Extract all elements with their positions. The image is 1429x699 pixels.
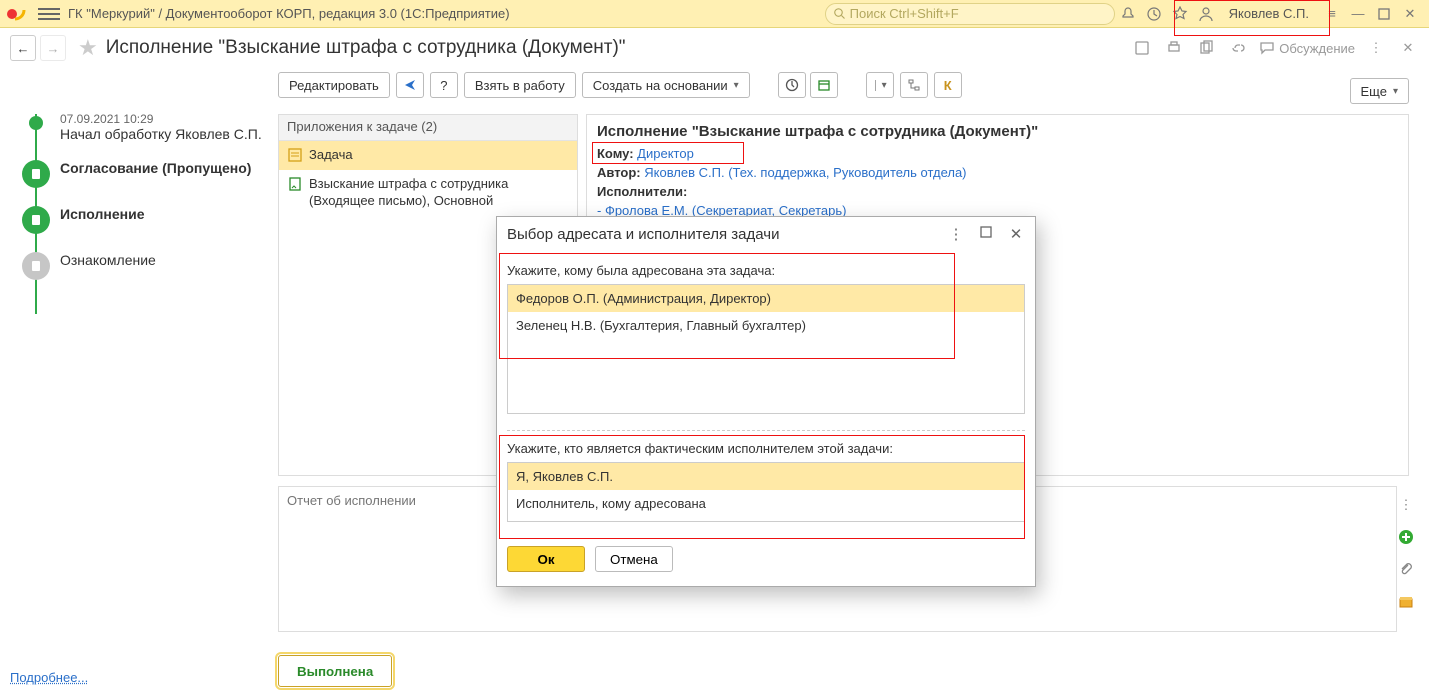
save-icon[interactable] <box>1131 37 1153 59</box>
window-title: ГК "Меркурий" / Документооборот КОРП, ре… <box>68 6 510 21</box>
cancel-button[interactable]: Отмена <box>595 546 673 572</box>
dialog-maximize-icon[interactable] <box>977 225 995 243</box>
attachment-item[interactable]: Задача <box>279 141 577 170</box>
user-icon[interactable] <box>1193 3 1219 25</box>
page-title: Исполнение "Взыскание штрафа с сотрудник… <box>106 37 626 59</box>
add-icon[interactable] <box>1397 528 1415 546</box>
link-icon[interactable] <box>1227 37 1249 59</box>
addressee-option[interactable]: Федоров О.П. (Администрация, Директор) <box>508 285 1024 312</box>
timeline-stage[interactable]: Исполнение <box>10 200 270 236</box>
help-button[interactable]: ? <box>430 72 458 98</box>
executors-label: Исполнители: <box>597 184 687 199</box>
clock-button[interactable] <box>778 72 806 98</box>
attachments-header: Приложения к задаче (2) <box>279 115 577 141</box>
equals-icon[interactable]: ≡ <box>1319 3 1345 25</box>
take-button[interactable]: Взять в работу <box>464 72 576 98</box>
current-user[interactable]: Яковлев С.П. <box>1219 6 1319 21</box>
nav-back[interactable]: ← <box>10 35 36 61</box>
addressee-option[interactable]: Зеленец Н.В. (Бухгалтерия, Главный бухга… <box>508 312 1024 339</box>
document-icon <box>287 176 303 192</box>
close-icon[interactable]: ✕ <box>1397 3 1423 25</box>
detail-title: Исполнение "Взыскание штрафа с сотрудник… <box>597 123 1398 140</box>
send-button[interactable] <box>396 72 424 98</box>
favorite-star-icon[interactable]: ★ <box>78 35 98 61</box>
dialog-label-1: Укажите, кому была адресована эта задача… <box>507 263 1025 278</box>
author-link[interactable]: Яковлев С.П. (Тех. поддержка, Руководите… <box>644 165 966 180</box>
flag-button[interactable]: ▾ <box>866 72 894 98</box>
edit-button[interactable]: Редактировать <box>278 72 390 98</box>
to-link[interactable]: Директор <box>637 146 694 161</box>
timeline-text: Начал обработку Яковлев С.П. <box>60 126 262 142</box>
dialog-menu-icon[interactable]: ⋮ <box>947 225 965 243</box>
performer-option[interactable]: Я, Яковлев С.П. <box>508 463 1024 490</box>
create-based-button[interactable]: Создать на основании▾ <box>582 72 750 98</box>
task-icon <box>287 147 303 163</box>
k-button[interactable]: К <box>934 72 962 98</box>
search-placeholder: Поиск Ctrl+Shift+F <box>850 6 959 21</box>
performer-option[interactable]: Исполнитель, кому адресована <box>508 490 1024 517</box>
page-header: ← → ★ Исполнение "Взыскание штрафа с сот… <box>0 28 1429 68</box>
copy-icon[interactable] <box>1195 37 1217 59</box>
dialog-title: Выбор адресата и исполнителя задачи <box>507 226 779 243</box>
calendar-button[interactable] <box>810 72 838 98</box>
kebab-icon[interactable]: ⋮ <box>1365 37 1387 59</box>
window-titlebar: ГК "Меркурий" / Документооборот КОРП, ре… <box>0 0 1429 28</box>
timeline-stage[interactable]: Согласование (Пропущено) <box>10 154 270 190</box>
bell-icon[interactable] <box>1115 3 1141 25</box>
timeline: 07.09.2021 10:29 Начал обработку Яковлев… <box>10 106 270 282</box>
toolbar: Редактировать ? Взять в работу Создать н… <box>0 68 1429 106</box>
main-menu-icon[interactable] <box>38 3 60 25</box>
star-icon[interactable] <box>1167 3 1193 25</box>
dialog-choose-performer: Выбор адресата и исполнителя задачи ⋮ ✕ … <box>496 216 1036 587</box>
minimize-icon[interactable]: — <box>1345 3 1371 25</box>
maximize-icon[interactable] <box>1371 3 1397 25</box>
app-logo <box>6 5 30 23</box>
ok-button[interactable]: Ок <box>507 546 585 572</box>
timeline-meta: 07.09.2021 10:29 <box>60 112 262 126</box>
timeline-event: 07.09.2021 10:29 Начал обработку Яковлев… <box>10 106 270 148</box>
more-button[interactable]: Еще▾ <box>1350 78 1409 104</box>
print-icon[interactable] <box>1163 37 1185 59</box>
tree-button[interactable] <box>900 72 928 98</box>
discuss-button[interactable]: Обсуждение <box>1259 40 1355 56</box>
done-button[interactable]: Выполнена <box>278 655 392 687</box>
more-link[interactable]: Подробнее... <box>10 670 88 685</box>
close-page-icon[interactable]: ✕ <box>1397 37 1419 59</box>
nav-forward[interactable]: → <box>40 35 66 61</box>
author-label: Автор: <box>597 165 641 180</box>
dialog-close-icon[interactable]: ✕ <box>1007 225 1025 243</box>
box-icon[interactable] <box>1397 592 1415 610</box>
addressee-list: Федоров О.П. (Администрация, Директор) З… <box>507 284 1025 414</box>
timeline-stage[interactable]: Ознакомление <box>10 246 270 282</box>
attachment-item[interactable]: Взыскание штрафа с сотрудника (Входящее … <box>279 170 577 216</box>
attach-icon[interactable] <box>1397 560 1415 578</box>
performer-list: Я, Яковлев С.П. Исполнитель, кому адресо… <box>507 462 1025 522</box>
history-icon[interactable] <box>1141 3 1167 25</box>
global-search[interactable]: Поиск Ctrl+Shift+F <box>825 3 1115 25</box>
to-label: Кому: <box>597 146 634 161</box>
report-kebab-icon[interactable]: ⋮ <box>1397 496 1415 514</box>
dialog-label-2: Укажите, кто является фактическим исполн… <box>507 441 1025 456</box>
